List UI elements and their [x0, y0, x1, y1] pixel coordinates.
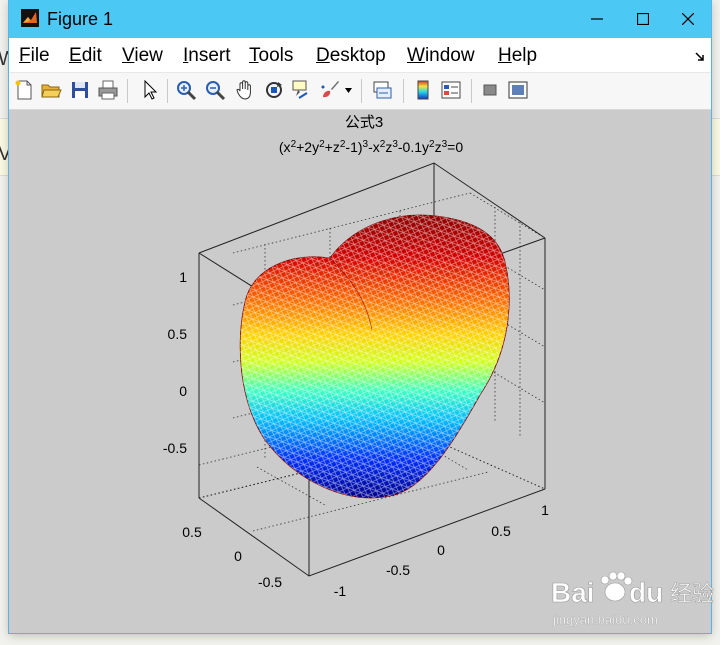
legend-icon[interactable] — [440, 79, 462, 101]
menu-insert[interactable]: Insert — [183, 45, 231, 67]
colorbar-icon[interactable] — [412, 79, 434, 101]
matlab-icon — [21, 9, 39, 27]
baidu-watermark: Bai du 经验 jingyan.baidu.com — [551, 571, 714, 627]
link-plot-icon[interactable] — [371, 79, 393, 101]
x-tick-label: -0.5 — [258, 574, 282, 590]
watermark-url: jingyan.baidu.com — [552, 612, 658, 627]
brush-dropdown-icon[interactable] — [345, 88, 352, 93]
figure-window: Figure 1 File Edit View Insert Tools Des… — [9, 0, 711, 633]
maximize-icon — [637, 13, 649, 25]
zoom-out-icon[interactable] — [204, 79, 226, 101]
menu-edit[interactable]: Edit — [69, 45, 102, 67]
menu-desktop[interactable]: Desktop — [316, 45, 386, 67]
z-tick-label: 1 — [179, 269, 187, 285]
toolbar-separator — [167, 79, 168, 103]
minimize-icon — [591, 18, 603, 20]
window-title: Figure 1 — [47, 9, 114, 29]
pan-hand-icon[interactable] — [234, 79, 256, 101]
close-button[interactable] — [665, 0, 711, 38]
watermark-cn: 经验 — [670, 581, 714, 606]
menu-help[interactable]: Help — [498, 45, 537, 67]
close-icon — [682, 13, 694, 25]
y-tick-label: 0.5 — [491, 523, 511, 539]
toolbar — [9, 72, 711, 110]
toolbar-separator — [127, 79, 128, 103]
save-icon[interactable] — [69, 79, 91, 101]
toolbar-separator — [361, 79, 362, 103]
x-tick-label: 0 — [234, 548, 242, 564]
toolbar-separator — [471, 79, 472, 103]
z-tick-label: 0.5 — [168, 326, 188, 342]
hide-plot-tools-icon[interactable] — [479, 79, 501, 101]
x-tick-label: 0.5 — [182, 524, 202, 540]
menu-view[interactable]: View — [122, 45, 163, 67]
new-figure-icon[interactable] — [13, 79, 35, 101]
show-plot-tools-icon[interactable] — [507, 79, 529, 101]
y-tick-label: 0 — [437, 542, 445, 558]
open-file-icon[interactable] — [40, 79, 62, 101]
print-icon[interactable] — [97, 79, 119, 101]
pointer-icon[interactable] — [139, 79, 161, 101]
toolbar-separator — [403, 79, 404, 103]
figure-canvas[interactable]: 公式3 (x2+2y2+z2-1)3-x2z3-0.1y2z3=0 1 0.5 … — [9, 110, 711, 633]
z-tick-label: 0 — [179, 383, 187, 399]
watermark-brand: Bai — [551, 577, 595, 608]
dock-arrow-icon[interactable] — [695, 52, 705, 62]
menu-file[interactable]: File — [19, 45, 50, 67]
maximize-button[interactable] — [620, 0, 666, 38]
menu-window[interactable]: Window — [407, 45, 475, 67]
z-tick-label: -0.5 — [163, 440, 187, 456]
figure-title: 公式3 — [345, 114, 383, 131]
title-bar[interactable]: Figure 1 — [9, 0, 711, 38]
zoom-in-icon[interactable] — [175, 79, 197, 101]
plot-svg[interactable]: 公式3 (x2+2y2+z2-1)3-x2z3-0.1y2z3=0 1 0.5 … — [9, 110, 711, 633]
watermark-brand-2: du — [629, 577, 663, 608]
brush-icon[interactable] — [319, 79, 341, 101]
rotate-3d-icon[interactable] — [263, 79, 285, 101]
menu-tools[interactable]: Tools — [249, 45, 293, 67]
y-tick-label: -0.5 — [386, 562, 410, 578]
paw-icon — [600, 571, 633, 602]
y-tick-label: 1 — [541, 502, 549, 518]
y-tick-label: -1 — [334, 583, 347, 599]
menu-bar: File Edit View Insert Tools Desktop Wind… — [9, 38, 711, 70]
minimize-button[interactable] — [574, 0, 620, 38]
data-cursor-icon[interactable] — [291, 79, 313, 101]
equation-subtitle: (x2+2y2+z2-1)3-x2z3-0.1y2z3=0 — [279, 139, 463, 155]
